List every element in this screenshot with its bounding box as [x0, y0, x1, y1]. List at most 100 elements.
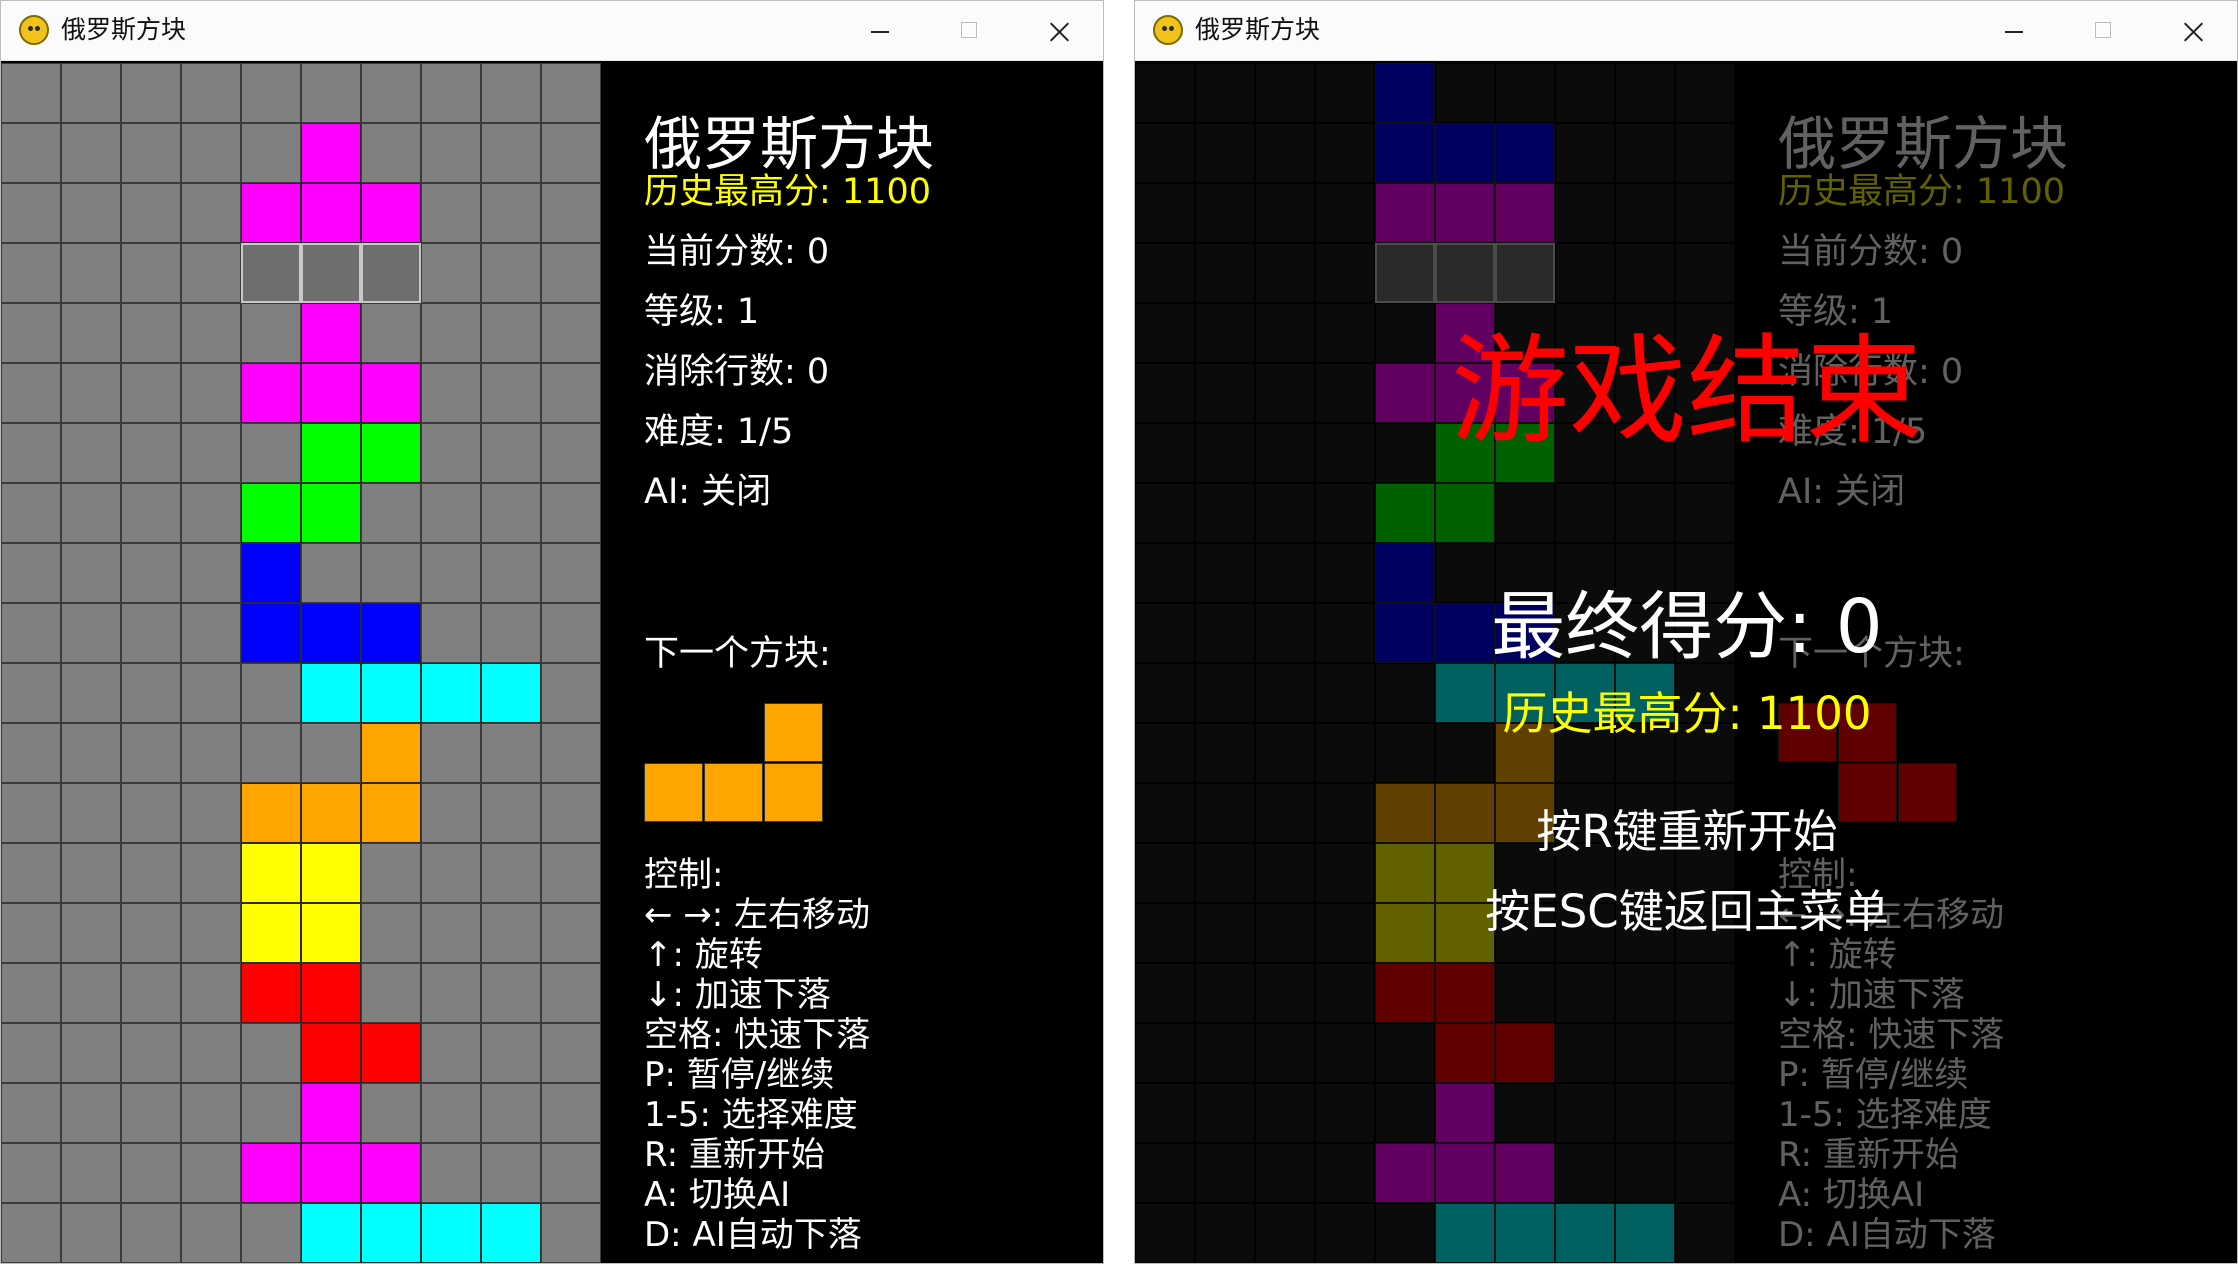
block-green: [301, 483, 361, 543]
block-blue: [241, 543, 301, 603]
grid-cell: [1, 783, 61, 843]
grid-cell: [361, 1083, 421, 1143]
block-blue: [241, 603, 301, 663]
grid-cell: [121, 483, 181, 543]
grid-cell: [241, 1023, 301, 1083]
grid-cell: [541, 183, 601, 243]
grid-cell: [121, 723, 181, 783]
block-orange: [361, 783, 421, 843]
block-ghost: [361, 243, 421, 303]
block-cyan: [361, 1203, 421, 1263]
block-red: [361, 1023, 421, 1083]
minimize-button[interactable]: [833, 1, 923, 61]
grid-cell: [181, 1083, 241, 1143]
grid-cell: [421, 1023, 481, 1083]
grid-cell: [541, 1203, 601, 1263]
grid-cell: [121, 603, 181, 663]
title-bar[interactable]: 俄罗斯方块: [1135, 1, 2237, 61]
grid-cell: [181, 243, 241, 303]
grid-cell: [541, 63, 601, 123]
grid-cell: [541, 1143, 601, 1203]
title-bar[interactable]: 俄罗斯方块: [1, 1, 1103, 61]
grid-cell: [421, 243, 481, 303]
grid-cell: [421, 483, 481, 543]
grid-cell: [421, 1083, 481, 1143]
grid-cell: [121, 843, 181, 903]
grid-cell: [481, 63, 541, 123]
grid-cell: [61, 843, 121, 903]
grid-cell: [1, 663, 61, 723]
block-magenta: [301, 183, 361, 243]
grid-cell: [1, 63, 61, 123]
grid-cell: [1, 1023, 61, 1083]
grid-cell: [241, 723, 301, 783]
grid-cell: [481, 1143, 541, 1203]
grid-cell: [541, 543, 601, 603]
grid-cell: [61, 603, 121, 663]
grid-cell: [181, 123, 241, 183]
grid-cell: [421, 603, 481, 663]
block-cyan: [301, 663, 361, 723]
control-ai-drop: D: AI自动下落: [644, 1215, 862, 1255]
grid-cell: [541, 303, 601, 363]
grid-cell: [61, 363, 121, 423]
grid-cell: [121, 663, 181, 723]
maximize-button[interactable]: [923, 1, 1013, 61]
grid-cell: [241, 423, 301, 483]
restart-hint: 按R键重新开始: [1536, 805, 1838, 858]
grid-cell: [481, 603, 541, 663]
grid-cell: [481, 1083, 541, 1143]
grid-cell: [121, 1083, 181, 1143]
grid-cell: [1, 483, 61, 543]
grid-cell: [61, 183, 121, 243]
grid-cell: [181, 1143, 241, 1203]
grid-cell: [421, 183, 481, 243]
grid-cell: [421, 123, 481, 183]
grid-cell: [1, 963, 61, 1023]
grid-cell: [121, 903, 181, 963]
block-magenta: [301, 1083, 361, 1143]
window-title: 俄罗斯方块: [1195, 15, 1321, 44]
game-board[interactable]: [1, 63, 601, 1263]
grid-cell: [421, 843, 481, 903]
minimize-button[interactable]: [1967, 1, 2057, 61]
grid-cell: [481, 423, 541, 483]
grid-cell: [181, 303, 241, 363]
grid-cell: [61, 123, 121, 183]
high-score: 历史最高分: 1100: [644, 172, 931, 212]
block-orange: [361, 723, 421, 783]
block-yellow: [241, 843, 301, 903]
grid-cell: [541, 843, 601, 903]
grid-cell: [241, 663, 301, 723]
grid-cell: [61, 483, 121, 543]
grid-cell: [121, 123, 181, 183]
ai-status: AI: 关闭: [644, 472, 772, 512]
grid-cell: [481, 783, 541, 843]
block-magenta: [361, 1143, 421, 1203]
grid-cell: [1, 903, 61, 963]
grid-cell: [241, 303, 301, 363]
block-cyan: [361, 663, 421, 723]
grid-cell: [61, 663, 121, 723]
block-magenta: [361, 363, 421, 423]
grid-cell: [541, 903, 601, 963]
block-cyan: [421, 1203, 481, 1263]
grid-cell: [241, 1203, 301, 1263]
close-button[interactable]: [1013, 1, 1103, 61]
grid-cell: [61, 543, 121, 603]
block-red: [301, 963, 361, 1023]
grid-cell: [421, 543, 481, 603]
grid-cell: [541, 483, 601, 543]
game-over-high-score: 历史最高分: 1100: [1502, 687, 1872, 740]
next-piece-block: [764, 703, 823, 762]
window-title: 俄罗斯方块: [61, 15, 187, 44]
grid-cell: [421, 723, 481, 783]
next-piece-block: [704, 763, 763, 822]
grid-cell: [61, 903, 121, 963]
maximize-button[interactable]: [2057, 1, 2147, 61]
block-yellow: [241, 903, 301, 963]
close-button[interactable]: [2147, 1, 2237, 61]
grid-cell: [121, 1023, 181, 1083]
lines-cleared: 消除行数: 0: [644, 352, 830, 392]
grid-cell: [121, 1143, 181, 1203]
